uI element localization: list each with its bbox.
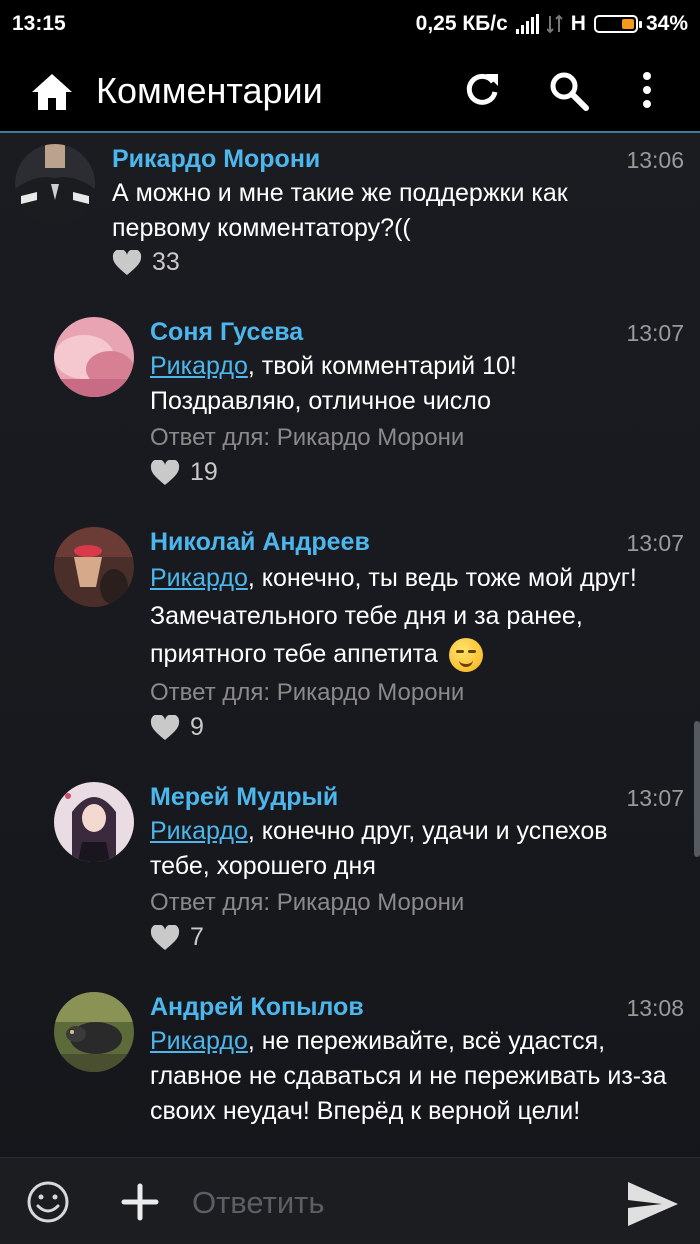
comment-item: Андрей Копылов 13:08 Рикардо, не пережив… bbox=[0, 978, 700, 1157]
comment-time: 13:07 bbox=[626, 320, 684, 346]
avatar[interactable] bbox=[54, 317, 134, 397]
like-button[interactable]: 9 bbox=[150, 713, 204, 742]
reply-to-label[interactable]: Ответ для: Рикардо Морони bbox=[150, 424, 464, 452]
app-bar: Комментарии bbox=[0, 50, 700, 133]
page-title: Комментарии bbox=[96, 70, 323, 111]
status-right: 0,25 КБ/с H 34% bbox=[416, 12, 688, 36]
like-button[interactable]: 7 bbox=[150, 923, 204, 952]
comment-time: 13:07 bbox=[626, 530, 684, 556]
reply-input[interactable] bbox=[190, 1180, 594, 1226]
like-count: 7 bbox=[190, 923, 204, 951]
comment-text: А можно и мне такие же поддержки как пер… bbox=[112, 176, 670, 246]
comment-text: Рикардо, конечно друг, удачи и успехов т… bbox=[150, 814, 670, 884]
avatar[interactable] bbox=[54, 782, 134, 862]
comments-list[interactable]: Рикардо Морони 13:06 А можно и мне такие… bbox=[0, 133, 700, 1157]
smirk-emoji-icon bbox=[448, 638, 483, 673]
comment-time: 13:07 bbox=[626, 785, 684, 811]
more-vert-icon[interactable] bbox=[640, 70, 654, 115]
status-time: 13:15 bbox=[12, 12, 66, 35]
attach-plus-icon[interactable] bbox=[120, 1182, 160, 1227]
reply-to-label[interactable]: Ответ для: Рикардо Морони bbox=[150, 679, 464, 707]
comment-text: Рикардо, твой комментарий 10! Поздравляю… bbox=[150, 349, 670, 419]
comment-body: А можно и мне такие же поддержки как пер… bbox=[112, 179, 568, 242]
comment-author[interactable]: Андрей Копылов bbox=[150, 993, 364, 1022]
heart-icon bbox=[150, 714, 180, 740]
comment-text: Рикардо, конечно, ты ведь тоже мой друг!… bbox=[150, 559, 670, 673]
avatar[interactable] bbox=[54, 527, 134, 607]
comment-item: Рикардо Морони 13:06 А можно и мне такие… bbox=[0, 133, 700, 293]
comment-author[interactable]: Соня Гусева bbox=[150, 318, 303, 347]
heart-icon bbox=[112, 249, 142, 275]
network-speed: 0,25 КБ/с bbox=[415, 12, 508, 35]
battery-level: 34% bbox=[645, 12, 688, 35]
heart-icon bbox=[150, 459, 180, 485]
like-count: 19 bbox=[190, 458, 218, 486]
comment-author[interactable]: Рикардо Морони bbox=[112, 145, 320, 174]
comment-text: Рикардо, не переживайте, всё удастся, гл… bbox=[150, 1024, 670, 1129]
like-button[interactable]: 19 bbox=[150, 458, 218, 487]
comment-author[interactable]: Мерей Мудрый bbox=[150, 783, 338, 812]
comment-author[interactable]: Николай Андреев bbox=[150, 528, 370, 557]
battery-icon bbox=[593, 15, 642, 33]
avatar[interactable] bbox=[54, 992, 134, 1072]
signal-icon bbox=[515, 14, 539, 34]
network-type: H bbox=[570, 12, 586, 35]
search-icon[interactable] bbox=[548, 70, 590, 117]
like-count: 9 bbox=[190, 713, 204, 741]
mention-link[interactable]: Рикардо bbox=[150, 352, 248, 380]
mention-link[interactable]: Рикардо bbox=[150, 564, 248, 592]
reply-to-label[interactable]: Ответ для: Рикардо Морони bbox=[150, 889, 464, 917]
emoji-icon[interactable] bbox=[26, 1180, 70, 1229]
sim-signal-icon bbox=[546, 14, 563, 34]
mention-link[interactable]: Рикардо bbox=[150, 1027, 248, 1055]
comment-item: Мерей Мудрый 13:07 Рикардо, конечно друг… bbox=[0, 768, 700, 968]
like-button[interactable]: 33 bbox=[112, 248, 180, 277]
refresh-icon[interactable] bbox=[462, 70, 502, 115]
comment-time: 13:06 bbox=[626, 147, 684, 173]
home-icon[interactable] bbox=[30, 72, 74, 117]
scrollbar[interactable] bbox=[694, 721, 700, 857]
comment-item: Николай Андреев 13:07 Рикардо, конечно, … bbox=[0, 513, 700, 753]
heart-icon bbox=[150, 924, 180, 950]
send-icon[interactable] bbox=[626, 1180, 680, 1233]
mention-link[interactable]: Рикардо bbox=[150, 817, 248, 845]
status-bar: 13:15 0,25 КБ/с H 34% bbox=[0, 0, 700, 50]
like-count: 33 bbox=[152, 248, 180, 276]
reply-composer bbox=[0, 1157, 700, 1244]
comment-time: 13:08 bbox=[626, 995, 684, 1021]
avatar[interactable] bbox=[15, 144, 95, 224]
comment-item: Соня Гусева 13:07 Рикардо, твой коммента… bbox=[0, 303, 700, 503]
